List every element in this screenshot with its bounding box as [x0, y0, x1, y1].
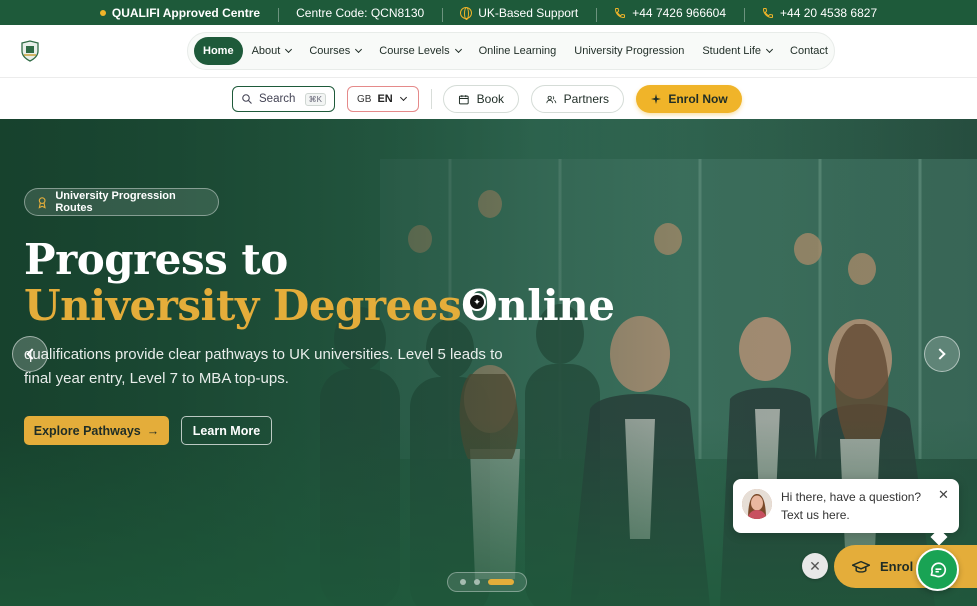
nav-contact-label: Contact [790, 45, 828, 57]
status-dot-icon [99, 9, 106, 16]
hero-badge-label: University Progression Routes [55, 190, 176, 214]
learn-more-button[interactable]: Learn More [181, 416, 272, 445]
logo-crest-icon[interactable] [20, 40, 40, 62]
partners-label: Partners [563, 92, 609, 106]
chevron-down-icon [399, 93, 407, 102]
arrow-right-icon: → [146, 423, 160, 438]
approved-label: QUALIFI Approved Centre [111, 5, 261, 20]
phone-2-label: +44 20 4538 6827 [780, 5, 878, 20]
hero-title-gold: University Degrees [24, 281, 462, 330]
hero-badge: University Progression Routes [24, 188, 219, 216]
nav-student-life[interactable]: Student Life [693, 37, 781, 65]
learn-more-label: Learn More [192, 423, 261, 438]
flag-gb-icon: GB [357, 93, 372, 105]
chat-prompt-bubble[interactable]: Hi there, have a question? Text us here.… [733, 479, 959, 533]
nav-online-learning[interactable]: Online Learning [470, 37, 566, 65]
search-label: Search [259, 93, 296, 105]
nav-contact[interactable]: Contact [781, 37, 837, 65]
search-shortcut: ⌘K [304, 92, 326, 106]
action-bar: Search ⌘K GB EN Book Partners Enrol Now [0, 79, 977, 119]
divider [431, 89, 432, 109]
nav-about-label: About [251, 45, 281, 57]
enrol-now-label: Enrol Now [668, 92, 728, 106]
phone-1-label: +44 7426 966604 [632, 5, 727, 20]
nav-courses-label: Courses [309, 45, 351, 57]
language-selector[interactable]: GB EN [347, 86, 419, 112]
explore-pathways-button[interactable]: Explore Pathways → [24, 416, 169, 445]
support-label: UK-Based Support [478, 5, 579, 20]
partners-button[interactable]: Partners [531, 85, 624, 113]
centre-code: Centre Code: QCN8130 [278, 5, 442, 22]
uk-support: UK-Based Support [442, 5, 596, 22]
nav-course-levels[interactable]: Course Levels [370, 37, 469, 65]
sparkle-cursor-icon: ✦ [468, 293, 486, 311]
nav-about[interactable]: About [243, 37, 301, 65]
carousel-dot-2[interactable] [474, 579, 480, 585]
carousel-next-button[interactable] [924, 336, 960, 372]
nav-university-progression-label: University Progression [574, 45, 685, 57]
explore-pathways-label: Explore Pathways [33, 423, 141, 438]
chevron-down-icon [766, 45, 774, 54]
chat-prompt-text: Hi there, have a question? Text us here. [781, 488, 921, 524]
chat-greeting-line-1: Hi there, have a question? [781, 490, 922, 504]
hero-title-line-1: Progress to [24, 235, 288, 284]
top-info-bar: QUALIFI Approved Centre Centre Code: QCN… [0, 0, 977, 25]
search-icon [242, 94, 252, 104]
carousel-dot-1[interactable] [460, 579, 466, 585]
book-label: Book [476, 92, 504, 106]
chat-launcher-button[interactable] [916, 548, 959, 591]
chevron-down-icon [355, 45, 363, 54]
users-icon [546, 95, 557, 103]
approved-centre: QUALIFI Approved Centre [82, 6, 278, 20]
enrol-now-button[interactable]: Enrol Now [636, 85, 742, 113]
chevron-right-icon [934, 348, 946, 360]
chat-icon [930, 561, 946, 577]
hero-title-line-2: University DegreesOnline [24, 281, 615, 330]
centre-code-label: Centre Code: QCN8130 [296, 5, 425, 20]
calendar-icon [458, 94, 469, 104]
sparkle-icon [651, 94, 662, 104]
carousel-indicators [447, 572, 527, 592]
award-icon [38, 196, 46, 209]
phone-link-2[interactable]: +44 20 4538 6827 [744, 5, 895, 22]
agent-avatar [742, 489, 772, 519]
close-icon: ✕ [809, 557, 821, 574]
nav-student-life-label: Student Life [702, 45, 762, 57]
carousel-dot-3-active[interactable] [488, 579, 514, 585]
nav-home-label: Home [203, 45, 234, 57]
dismiss-enrol-button[interactable]: ✕ [802, 553, 828, 579]
book-button[interactable]: Book [443, 85, 519, 113]
chevron-down-icon [454, 45, 462, 54]
globe-icon [460, 6, 473, 20]
nav-university-progression[interactable]: University Progression [565, 37, 693, 65]
chat-greeting-line-2: Text us here. [781, 508, 850, 522]
nav-course-levels-label: Course Levels [379, 45, 450, 57]
nav-home[interactable]: Home [194, 37, 243, 65]
phone-icon [615, 7, 626, 18]
search-button[interactable]: Search ⌘K [232, 86, 335, 112]
main-navigation: Home About Courses Course Levels Online … [0, 25, 977, 78]
chevron-left-icon [26, 348, 38, 360]
chat-close-icon[interactable]: ✕ [938, 487, 949, 503]
agent-photo-icon [742, 489, 772, 519]
nav-courses[interactable]: Courses [300, 37, 370, 65]
nav-pill: Home About Courses Course Levels Online … [187, 32, 835, 70]
phone-link-1[interactable]: +44 7426 966604 [596, 5, 744, 22]
hero-description: qualifications provide clear pathways to… [24, 346, 503, 387]
carousel-prev-button[interactable] [12, 336, 48, 372]
phone-icon [763, 7, 774, 18]
nav-online-learning-label: Online Learning [478, 45, 557, 57]
language-code: EN [377, 93, 393, 105]
chevron-down-icon [285, 45, 293, 54]
graduation-cap-icon [852, 560, 870, 573]
